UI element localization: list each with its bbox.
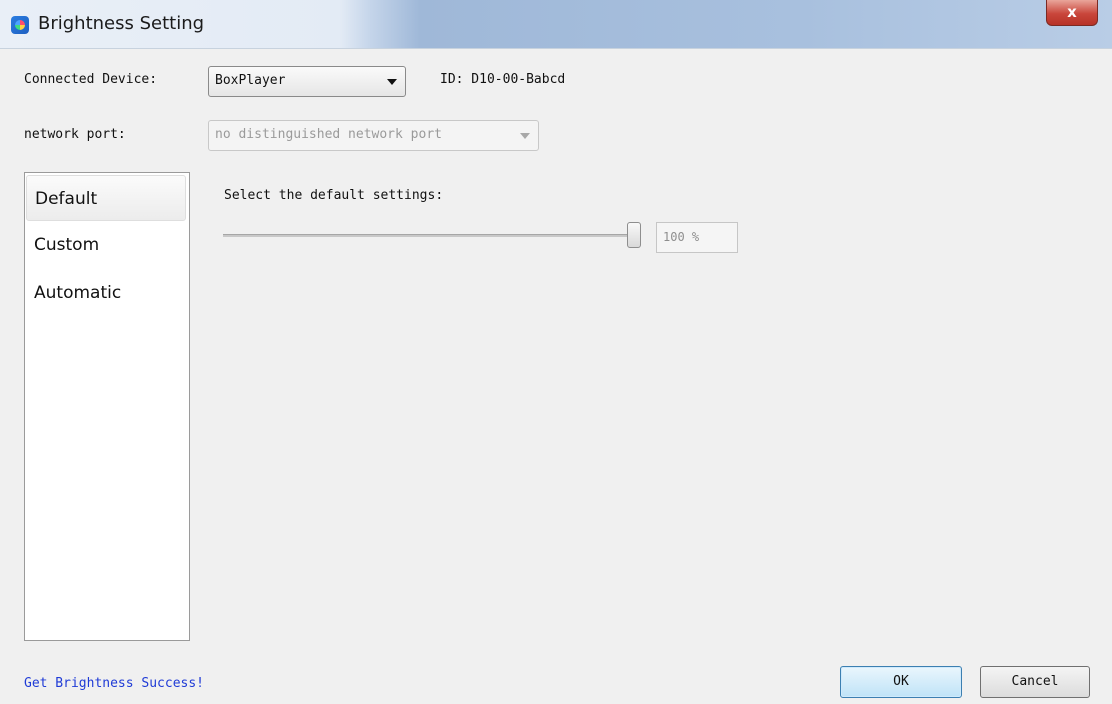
brightness-slider-thumb[interactable] [627, 222, 641, 248]
network-port-label: network port: [24, 127, 126, 142]
mode-item-custom[interactable]: Custom [26, 222, 186, 268]
mode-list: Default Custom Automatic [24, 172, 190, 641]
chevron-down-icon [520, 133, 530, 139]
status-message: Get Brightness Success! [24, 676, 205, 691]
mode-item-label: Automatic [34, 283, 122, 303]
brightness-value-field[interactable]: 100 % [656, 222, 738, 253]
network-port-value: no distinguished network port [215, 127, 442, 142]
ok-button[interactable]: OK [840, 666, 962, 698]
window-title: Brightness Setting [38, 13, 205, 34]
network-port-select[interactable]: no distinguished network port [208, 120, 539, 151]
brightness-setting-dialog: Brightness Setting x Connected Device: B… [0, 0, 1112, 704]
connected-device-value: BoxPlayer [215, 73, 286, 88]
mode-item-label: Custom [34, 235, 100, 255]
mode-item-default[interactable]: Default [26, 175, 186, 221]
mode-item-automatic[interactable]: Automatic [26, 270, 186, 316]
default-settings-heading: Select the default settings: [224, 188, 444, 203]
app-icon [11, 16, 29, 34]
cancel-button[interactable]: Cancel [980, 666, 1090, 698]
chevron-down-icon [387, 79, 397, 85]
connected-device-label: Connected Device: [24, 72, 158, 87]
title-bar: Brightness Setting x [0, 0, 1112, 49]
close-button[interactable]: x [1046, 0, 1098, 26]
device-id-text: ID: D10-00-Babcd [440, 72, 566, 87]
brightness-slider-track[interactable] [223, 234, 635, 237]
mode-item-label: Default [35, 189, 98, 209]
connected-device-select[interactable]: BoxPlayer [208, 66, 406, 97]
